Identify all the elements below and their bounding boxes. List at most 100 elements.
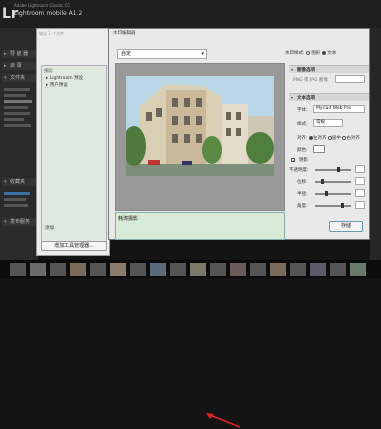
film-thumbnail[interactable] [230,263,246,276]
film-thumbnail[interactable] [210,263,226,276]
film-thumbnail[interactable] [330,263,346,276]
triangle-icon: ▸ [4,63,7,69]
film-thumbnail[interactable] [170,263,186,276]
film-thumbnail[interactable] [190,263,206,276]
film-thumbnail[interactable] [90,263,106,276]
radius-value-field[interactable] [355,189,365,197]
film-thumbnail[interactable] [270,263,286,276]
film-thumbnail[interactable] [110,263,126,276]
align-center-label: 居中 [331,136,341,141]
film-thumbnail[interactable] [290,263,306,276]
radius-label: 半径: [297,192,308,197]
triangle-icon: ▾ [291,67,294,72]
text-radio-label: 文本 [327,51,337,56]
preset-list: 预设: ▸ Lightroom 预设 ▸ 用户预设 [41,65,107,249]
panel-folders[interactable]: ▾ 文件夹 [2,74,36,82]
folder-row[interactable] [4,94,26,97]
panel-label: 导 航 器 [10,51,29,57]
style-select[interactable]: 常规 [313,119,343,127]
opacity-slider[interactable] [315,169,351,171]
triangle-icon: ▾ [4,75,7,81]
street-photo [126,76,274,176]
preset-manager-dialog: 输出 1 个文件 预设: ▸ Lightroom 预设 ▸ 用户预设 添加 增加… [36,28,110,256]
tree-item-user-presets[interactable]: ▸ 用户预设 [46,82,68,88]
watermark-text-input[interactable]: 韩涛摄影 [115,212,285,428]
catalog-name: Adobe Lightroom Classic CC [14,3,71,8]
film-thumbnail[interactable] [30,263,46,276]
watermark-text-value: 韩涛摄影 [118,216,139,222]
opacity-value-field[interactable] [355,165,365,173]
collection-row[interactable] [4,204,28,207]
tree-item-label: Lightroom 预设 [49,76,84,81]
save-button[interactable]: 存储 [329,221,363,232]
angle-slider-knob[interactable] [341,203,344,208]
opacity-slider-knob[interactable] [337,167,340,172]
panel-navigator[interactable]: ▸ 导 航 器 [2,50,36,58]
text-options-header[interactable]: ▾ 文本选项 [289,93,369,101]
offset-value-field[interactable] [355,177,365,185]
lightroom-header: Lr Adobe Lightroom Classic CC Lightroom … [0,0,381,28]
collection-row[interactable] [4,198,26,201]
folder-row[interactable] [4,88,30,91]
film-thumbnail[interactable] [70,263,86,276]
folder-row[interactable] [4,112,30,115]
preset-select[interactable]: 自定 ▾ [117,49,207,59]
collection-row[interactable] [4,192,30,195]
film-thumbnail[interactable] [150,263,166,276]
film-thumbnail[interactable] [50,263,66,276]
image-options-header[interactable]: ▾ 图像选项 [289,65,369,73]
opacity-label: 不透明度: [289,168,309,173]
film-thumbnail[interactable] [350,263,366,276]
preset-value: 自定 [121,51,132,57]
chevron-down-icon: ▾ [201,51,204,57]
panel-collections[interactable]: ▾ 收藏夹 [2,178,36,186]
section-title: 文本选项 [297,96,315,101]
folder-row[interactable] [4,118,24,121]
text-radio[interactable] [321,50,326,55]
watermark-type-row: 水印样式: 图形 文本 [285,50,336,56]
dialog-title: 输出 1 个文件 [39,31,65,36]
panel-label: 发布服务 [10,219,31,225]
shadow-checkbox[interactable]: ✓ [291,158,295,163]
align-right-label: 右对齐 [346,136,360,141]
radius-slider[interactable] [315,193,351,195]
dialog-title: 水印编辑器 [113,31,136,36]
film-thumbnail[interactable] [250,263,266,276]
lightroom-right-panel [370,28,381,260]
preview-frame [115,63,285,211]
offset-slider-knob[interactable] [321,179,324,184]
manager-button[interactable]: 增加工具管理器... [41,241,107,251]
triangle-icon: ▸ [4,51,7,57]
triangle-icon: ▾ [291,95,294,100]
film-thumbnail[interactable] [10,263,26,276]
list-header: 预设: [44,68,54,73]
watermark-editor-dialog: 水印编辑器 自定 ▾ 韩涛摄影 水印样式: 图形 文本 ▾ 图像选项 PNG 或… [108,28,370,428]
angle-slider[interactable] [315,205,351,207]
radius-slider-knob[interactable] [325,191,328,196]
style-label: 样式: [297,122,308,127]
font-label: 字体: [297,108,308,113]
red-arrow-icon [206,413,241,428]
align-row: 对齐: 左对齐 居中 右对齐 [297,135,360,141]
preview-photo [126,76,274,176]
folder-row[interactable] [4,106,28,109]
folder-row[interactable] [4,100,32,103]
angle-label: 角度: [297,204,308,209]
style-value: 常规 [316,120,325,125]
color-swatch[interactable] [313,145,325,153]
font-value: Myriad Web Pro [316,106,352,111]
watermark-type-label: 水印样式: [285,51,305,56]
folder-row[interactable] [4,124,31,127]
app-name: Lightroom mobile A1.2 [14,10,83,17]
tree-item-lightroom-presets[interactable]: ▸ Lightroom 预设 [46,75,83,81]
angle-value-field[interactable] [355,201,365,209]
choose-image-field[interactable] [335,75,365,83]
image-hint: PNG 或 JPG 图像 [293,78,328,83]
panel-publish[interactable]: ▾ 发布服务 [2,218,36,226]
graphic-radio[interactable] [305,50,310,55]
film-thumbnail[interactable] [130,263,146,276]
film-thumbnail[interactable] [310,263,326,276]
add-tab[interactable]: 添加 [45,225,85,233]
panel-catalog[interactable]: ▸ 目 录 [2,62,36,70]
font-select[interactable]: Myriad Web Pro [313,105,365,113]
